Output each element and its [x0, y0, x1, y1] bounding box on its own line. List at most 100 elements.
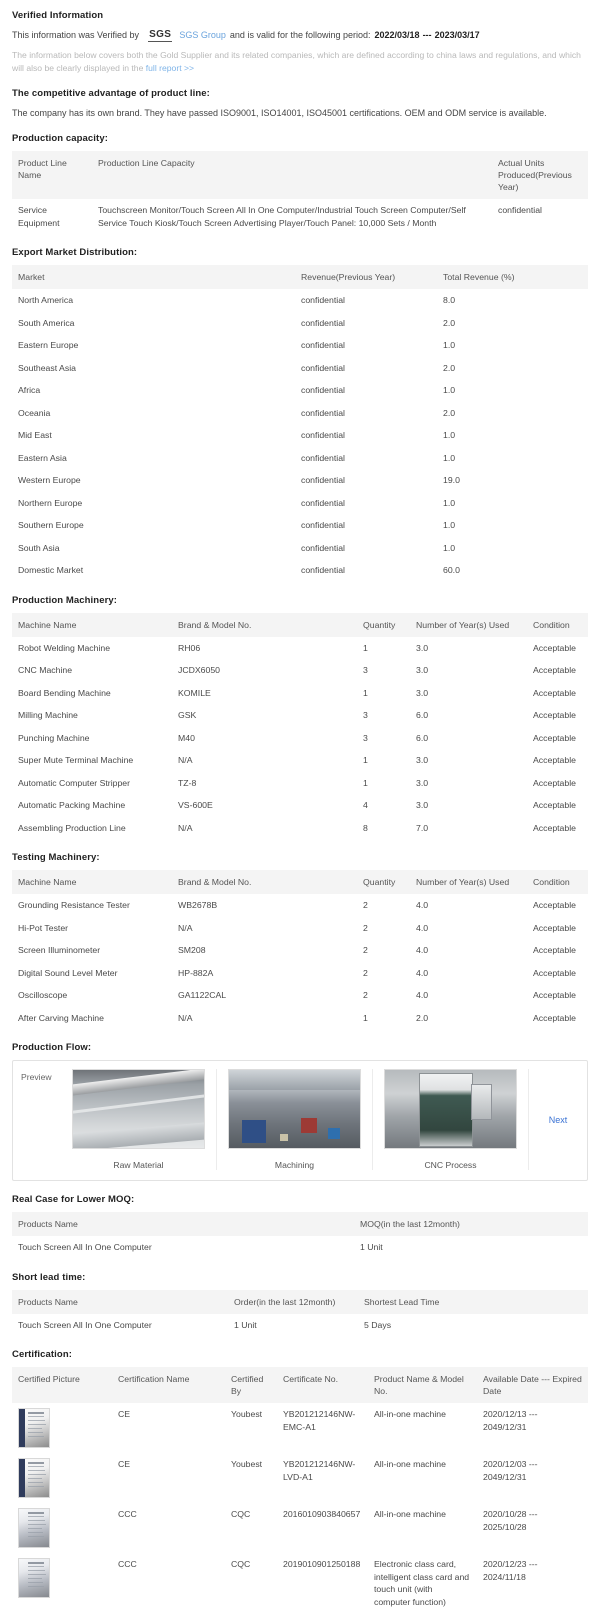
- cell-certified-picture: [12, 1503, 112, 1553]
- table-cell-3: 6.0: [416, 732, 429, 743]
- column-header-certified-picture: Certified Picture: [12, 1367, 112, 1403]
- table-cell-2: 1: [363, 642, 368, 653]
- machining-photo[interactable]: [228, 1069, 361, 1149]
- table-cell-2: 1: [363, 687, 368, 698]
- table-cell-1: confidential: [301, 430, 345, 440]
- table-cell-2: 1: [363, 777, 368, 788]
- table-cell-1: SM208: [178, 945, 206, 955]
- cell-available-expired-date: 2020/12/13 --- 2049/12/31: [483, 1409, 538, 1432]
- certificate-thumbnail-ce-emc[interactable]: [18, 1408, 50, 1448]
- export-market-title: Export Market Distribution:: [12, 247, 138, 258]
- table-cell-0: Touch Screen All In One Computer: [18, 1242, 152, 1252]
- cell-actual-units-produced: confidential: [498, 205, 542, 215]
- table-row: Automatic Packing Machine VS-600E 4 3.0 Acce…: [12, 794, 588, 817]
- table-cell-1: GA1122CAL: [178, 990, 227, 1000]
- table-cell-1: M40: [178, 732, 195, 743]
- page-title: Verified Information: [12, 10, 104, 21]
- table-row: Service Equipment Touchscreen Monitor/To…: [12, 199, 588, 234]
- column-header-market: Market: [12, 265, 295, 289]
- certificate-thumbnail-ce-lvd[interactable]: [18, 1458, 50, 1498]
- table-cell-1: confidential: [301, 520, 345, 530]
- table-cell-0: Board Bending Machine: [18, 687, 111, 698]
- table-cell-1: confidential: [301, 317, 345, 328]
- column-header-production-line-capacity: Production Line Capacity: [92, 151, 492, 199]
- table-cell-1: TZ-8: [178, 777, 197, 788]
- table-cell-0: South America: [18, 317, 75, 328]
- column-header-shortest-lead-time: Shortest Lead Time: [358, 1289, 588, 1314]
- table-cell-3: 3.0: [416, 800, 429, 810]
- verification-statement: This information was Verified by SGS SGS…: [12, 28, 588, 43]
- table-row: Africa confidential 1.0: [12, 379, 588, 402]
- column-header-products-name: Products Name: [12, 1212, 354, 1236]
- production-capacity-title: Production capacity:: [12, 133, 108, 144]
- table-cell-0: Western Europe: [18, 475, 81, 485]
- table-cell-4: Acceptable: [533, 755, 576, 765]
- table-cell-1: WB2678B: [178, 900, 218, 910]
- table-row: South America confidential 2.0: [12, 311, 588, 334]
- sgs-badge: SGS: [148, 29, 173, 42]
- table-cell-0: Robot Welding Machine: [18, 642, 111, 653]
- certificate-thumbnail-ccc-1[interactable]: [18, 1508, 50, 1548]
- table-row: After Carving Machine N/A 1 2.0 Acceptable: [12, 1006, 588, 1029]
- certificate-thumbnail-ccc-2[interactable]: [18, 1558, 50, 1598]
- full-report-link[interactable]: full report >>: [146, 63, 194, 73]
- cell-certified-picture: [12, 1553, 112, 1613]
- table-cell-2: 8: [363, 822, 368, 833]
- table-cell-1: confidential: [301, 362, 345, 373]
- column-header-condition: Condition: [527, 870, 588, 894]
- production-machinery-rows: Robot Welding Machine RH06 1 3.0 Acceptable C…: [12, 636, 588, 839]
- table-cell-2: 1: [363, 755, 368, 765]
- raw-material-photo[interactable]: [72, 1069, 205, 1149]
- cell-available-expired-date: 2020/12/03 --- 2049/12/31: [483, 1459, 538, 1482]
- flow-item-cnc-process[interactable]: CNC Process: [373, 1069, 529, 1170]
- table-cell-1: GSK: [178, 710, 197, 720]
- table-row: Grounding Resistance Tester WB2678B 2 4.0 Ac…: [12, 894, 588, 917]
- cell-production-line-capacity: Touchscreen Monitor/Touch Screen All In …: [98, 205, 466, 228]
- table-cell-0: Assembling Production Line: [18, 822, 126, 833]
- certification-table: Certified Picture Certification Name Cer…: [12, 1367, 588, 1613]
- table-cell-0: After Carving Machine: [18, 1012, 104, 1023]
- table-cell-4: Acceptable: [533, 665, 576, 675]
- cell-certification-name: CCC: [118, 1509, 137, 1519]
- table-header-row: Products Name MOQ(in the last 12month): [12, 1212, 588, 1236]
- column-header-years-used: Number of Year(s) Used: [410, 870, 527, 894]
- flow-item-raw-material[interactable]: Raw Material: [61, 1069, 217, 1170]
- table-row: Super Mute Terminal Machine N/A 1 3.0 Accept…: [12, 749, 588, 772]
- table-cell-3: 3.0: [416, 755, 429, 765]
- flow-item-machining[interactable]: Machining: [217, 1069, 373, 1170]
- column-header-certified-by: Certified By: [225, 1367, 277, 1403]
- table-cell-0: Northern Europe: [18, 497, 83, 508]
- table-cell-0: Southeast Asia: [18, 362, 76, 373]
- sgs-group-link[interactable]: SGS Group: [179, 28, 226, 43]
- table-row: CCC CQC 2019010901250188 Electronic class c…: [12, 1553, 588, 1613]
- column-header-certification-name: Certification Name: [112, 1367, 225, 1403]
- table-cell-1: JCDX6050: [178, 665, 221, 675]
- column-header-quantity: Quantity: [357, 612, 410, 637]
- table-cell-1: N/A: [178, 1012, 193, 1023]
- cell-certified-by: CQC: [231, 1559, 251, 1569]
- cnc-process-photo[interactable]: [384, 1069, 517, 1149]
- table-row: South Asia confidential 1.0: [12, 536, 588, 559]
- table-row: Northern Europe confidential 1.0: [12, 491, 588, 514]
- table-header-row: Product Line Name Production Line Capaci…: [12, 151, 588, 199]
- column-header-actual-units-produced: Actual Units Produced(Previous Year): [492, 151, 588, 199]
- column-header-brand-model-no: Brand & Model No.: [172, 870, 357, 894]
- table-row: Punching Machine M40 3 6.0 Acceptable: [12, 726, 588, 749]
- next-button[interactable]: Next: [529, 1069, 587, 1170]
- table-cell-4: Acceptable: [533, 800, 576, 810]
- table-cell-1: confidential: [301, 385, 345, 395]
- table-row: Western Europe confidential 19.0: [12, 469, 588, 492]
- table-row: Hi-Pot Tester N/A 2 4.0 Acceptable: [12, 916, 588, 939]
- production-flow-title: Production Flow:: [12, 1042, 92, 1053]
- production-machinery-table: Machine Name Brand & Model No. Quantity …: [12, 612, 588, 839]
- table-cell-0: Automatic Packing Machine: [18, 800, 126, 810]
- table-cell-4: Acceptable: [533, 945, 576, 955]
- cell-product-name-model: Electronic class card, intelligent class…: [374, 1559, 470, 1607]
- column-header-certificate-no: Certificate No.: [277, 1367, 368, 1403]
- table-cell-2: 2.0: [443, 317, 456, 328]
- table-cell-0: CNC Machine: [18, 665, 73, 675]
- table-cell-0: Touch Screen All In One Computer: [18, 1319, 152, 1330]
- table-cell-0: Mid East: [18, 430, 52, 440]
- table-cell-4: Acceptable: [533, 687, 576, 698]
- table-cell-2: 1.0: [443, 520, 456, 530]
